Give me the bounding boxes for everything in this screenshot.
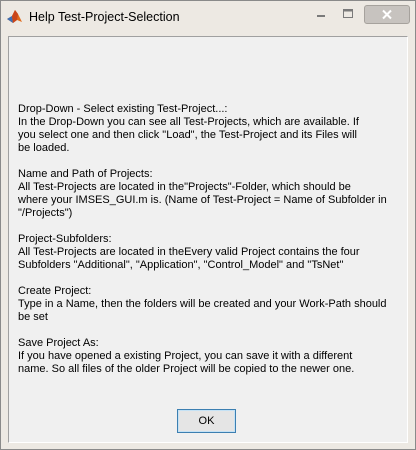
help-heading: Create Project: xyxy=(18,285,92,297)
help-line: In the Drop-Down you can see all Test-Pr… xyxy=(18,116,359,128)
help-line: Subfolders "Additional", "Application", … xyxy=(18,259,344,271)
help-line: be loaded. xyxy=(18,142,70,154)
help-line: you select one and then click "Load", th… xyxy=(18,129,358,141)
help-section-project-subfolders: Project-Subfolders: All Test-Projects ar… xyxy=(18,233,398,272)
help-line: "/Projects") xyxy=(18,207,73,219)
help-line: name. So all files of the older Project … xyxy=(18,363,355,375)
help-line: where your IMSES_GUI.m is. (Name of Test… xyxy=(18,194,387,206)
help-heading: Project-Subfolders: xyxy=(18,233,112,245)
help-dialog-window: Help Test-Project-Selection Drop-Down - … xyxy=(0,0,416,450)
maximize-button[interactable] xyxy=(334,5,362,23)
close-icon xyxy=(382,9,392,20)
minimize-icon xyxy=(317,15,325,17)
dialog-content-panel: Drop-Down - Select existing Test-Project… xyxy=(8,36,408,443)
matlab-logo-icon xyxy=(6,8,23,25)
help-section-drop-down: Drop-Down - Select existing Test-Project… xyxy=(18,103,398,155)
help-line: Type in a Name, then the folders will be… xyxy=(18,298,387,310)
ok-button[interactable]: OK xyxy=(177,409,236,433)
help-section-name-and-path: Name and Path of Projects: All Test-Proj… xyxy=(18,168,398,220)
help-heading: Drop-Down - Select existing Test-Project… xyxy=(18,103,228,115)
help-line: All Test-Projects are located in theEver… xyxy=(18,246,360,258)
close-button[interactable] xyxy=(364,5,410,24)
help-text: Drop-Down - Select existing Test-Project… xyxy=(18,103,398,389)
minimize-button[interactable] xyxy=(307,5,335,23)
maximize-icon xyxy=(343,9,353,18)
help-section-save-project-as: Save Project As: If you have opened a ex… xyxy=(18,337,398,376)
window-title: Help Test-Project-Selection xyxy=(29,10,180,24)
help-heading: Name and Path of Projects: xyxy=(18,168,153,180)
help-line: If you have opened a existing Project, y… xyxy=(18,350,353,362)
help-heading: Save Project As: xyxy=(18,337,99,349)
help-section-create-project: Create Project: Type in a Name, then the… xyxy=(18,285,398,324)
help-line: All Test-Projects are located in the"Pro… xyxy=(18,181,351,193)
title-bar[interactable]: Help Test-Project-Selection xyxy=(1,1,415,35)
help-line: be set xyxy=(18,311,48,323)
